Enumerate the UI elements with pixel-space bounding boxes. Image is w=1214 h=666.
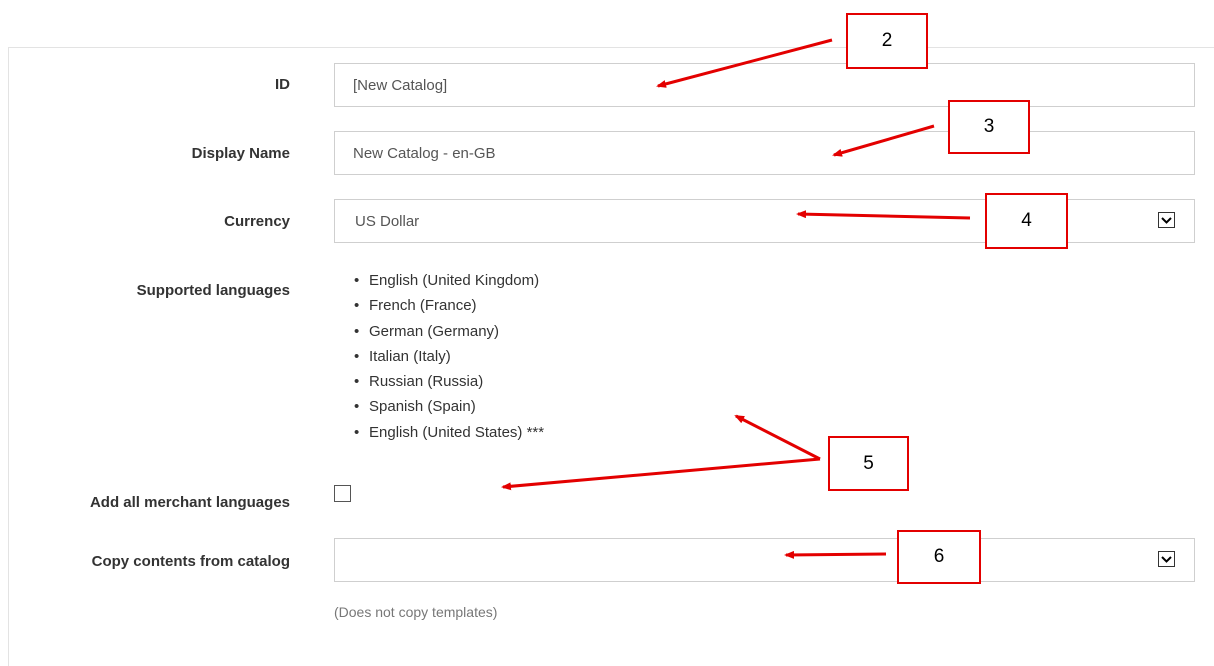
list-item: • French (France) <box>354 297 477 315</box>
display-name-label: Display Name <box>191 145 290 162</box>
copy-contents-select[interactable] <box>334 538 1195 582</box>
copy-contents-hint: (Does not copy templates) <box>334 604 498 620</box>
list-item: • Spanish (Spain) <box>354 398 476 416</box>
annotation-arrow-5a <box>734 414 821 461</box>
display-name-field[interactable]: New Catalog - en-GB <box>334 131 1195 175</box>
list-item: • English (United Kingdom) <box>354 272 540 289</box>
list-item: • German (Germany) <box>354 322 500 340</box>
chevron-down-icon[interactable] <box>1158 551 1175 567</box>
callout-6: 6 <box>897 530 981 584</box>
add-all-merchant-languages-checkbox[interactable] <box>334 485 351 502</box>
copy-contents-label: Copy contents from catalog <box>91 553 290 570</box>
callout-3: 3 <box>948 100 1030 154</box>
add-all-merchant-languages-label: Add all merchant languages <box>89 494 290 511</box>
list-item: • Russian (Russia) <box>354 373 484 391</box>
callout-2: 2 <box>846 13 928 69</box>
panel-border-left <box>8 47 9 666</box>
currency-value: US Dollar <box>355 213 420 230</box>
list-item: • Italian (Italy) <box>354 347 451 365</box>
currency-label: Currency <box>224 213 290 230</box>
id-label: ID <box>275 76 290 93</box>
id-field[interactable]: [New Catalog] <box>334 63 1195 107</box>
chevron-down-icon[interactable] <box>1158 212 1175 228</box>
display-name-value: New Catalog - en-GB <box>353 145 496 162</box>
id-value: [New Catalog] <box>353 77 448 94</box>
list-item: • English (United States) *** <box>354 423 545 441</box>
callout-4: 4 <box>985 193 1068 249</box>
callout-5: 5 <box>828 436 909 491</box>
panel-border-top <box>8 47 1214 48</box>
supported-languages-list: • English (United Kingdom) • French (Franc… <box>354 268 544 445</box>
supported-languages-label: Supported languages <box>136 282 290 299</box>
annotation-arrow-5b <box>501 457 821 491</box>
